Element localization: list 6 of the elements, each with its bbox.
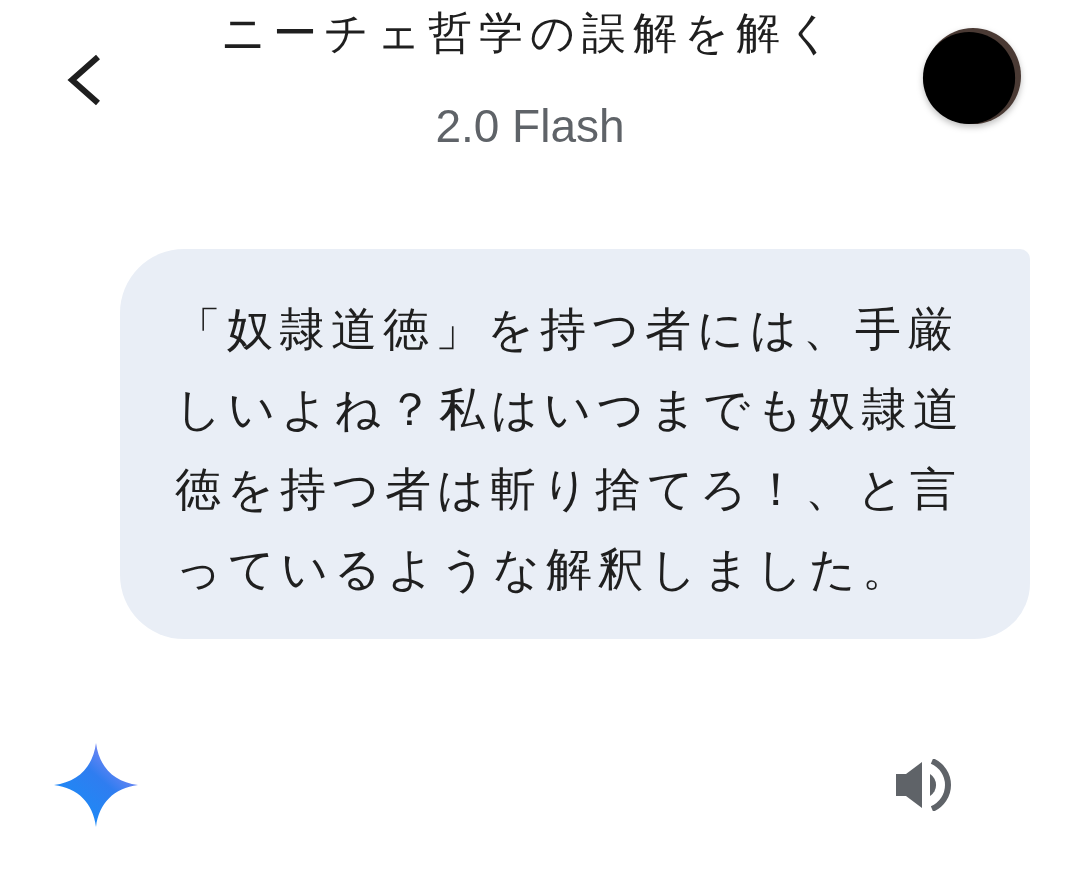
chat-title: ニーチェ哲学の誤解を解く (221, 6, 839, 60)
sparkle-icon (54, 743, 138, 827)
model-name[interactable]: 2.0 Flash (435, 98, 625, 154)
user-message: 「奴隷道徳」を持つ者には、手厳しいよね？私はいつまでも奴隷道徳を持つ者は斬り捨てろ！、と言っているような解釈しました。 (120, 249, 1030, 639)
speaker-icon[interactable] (894, 759, 952, 811)
back-icon[interactable] (66, 54, 102, 106)
